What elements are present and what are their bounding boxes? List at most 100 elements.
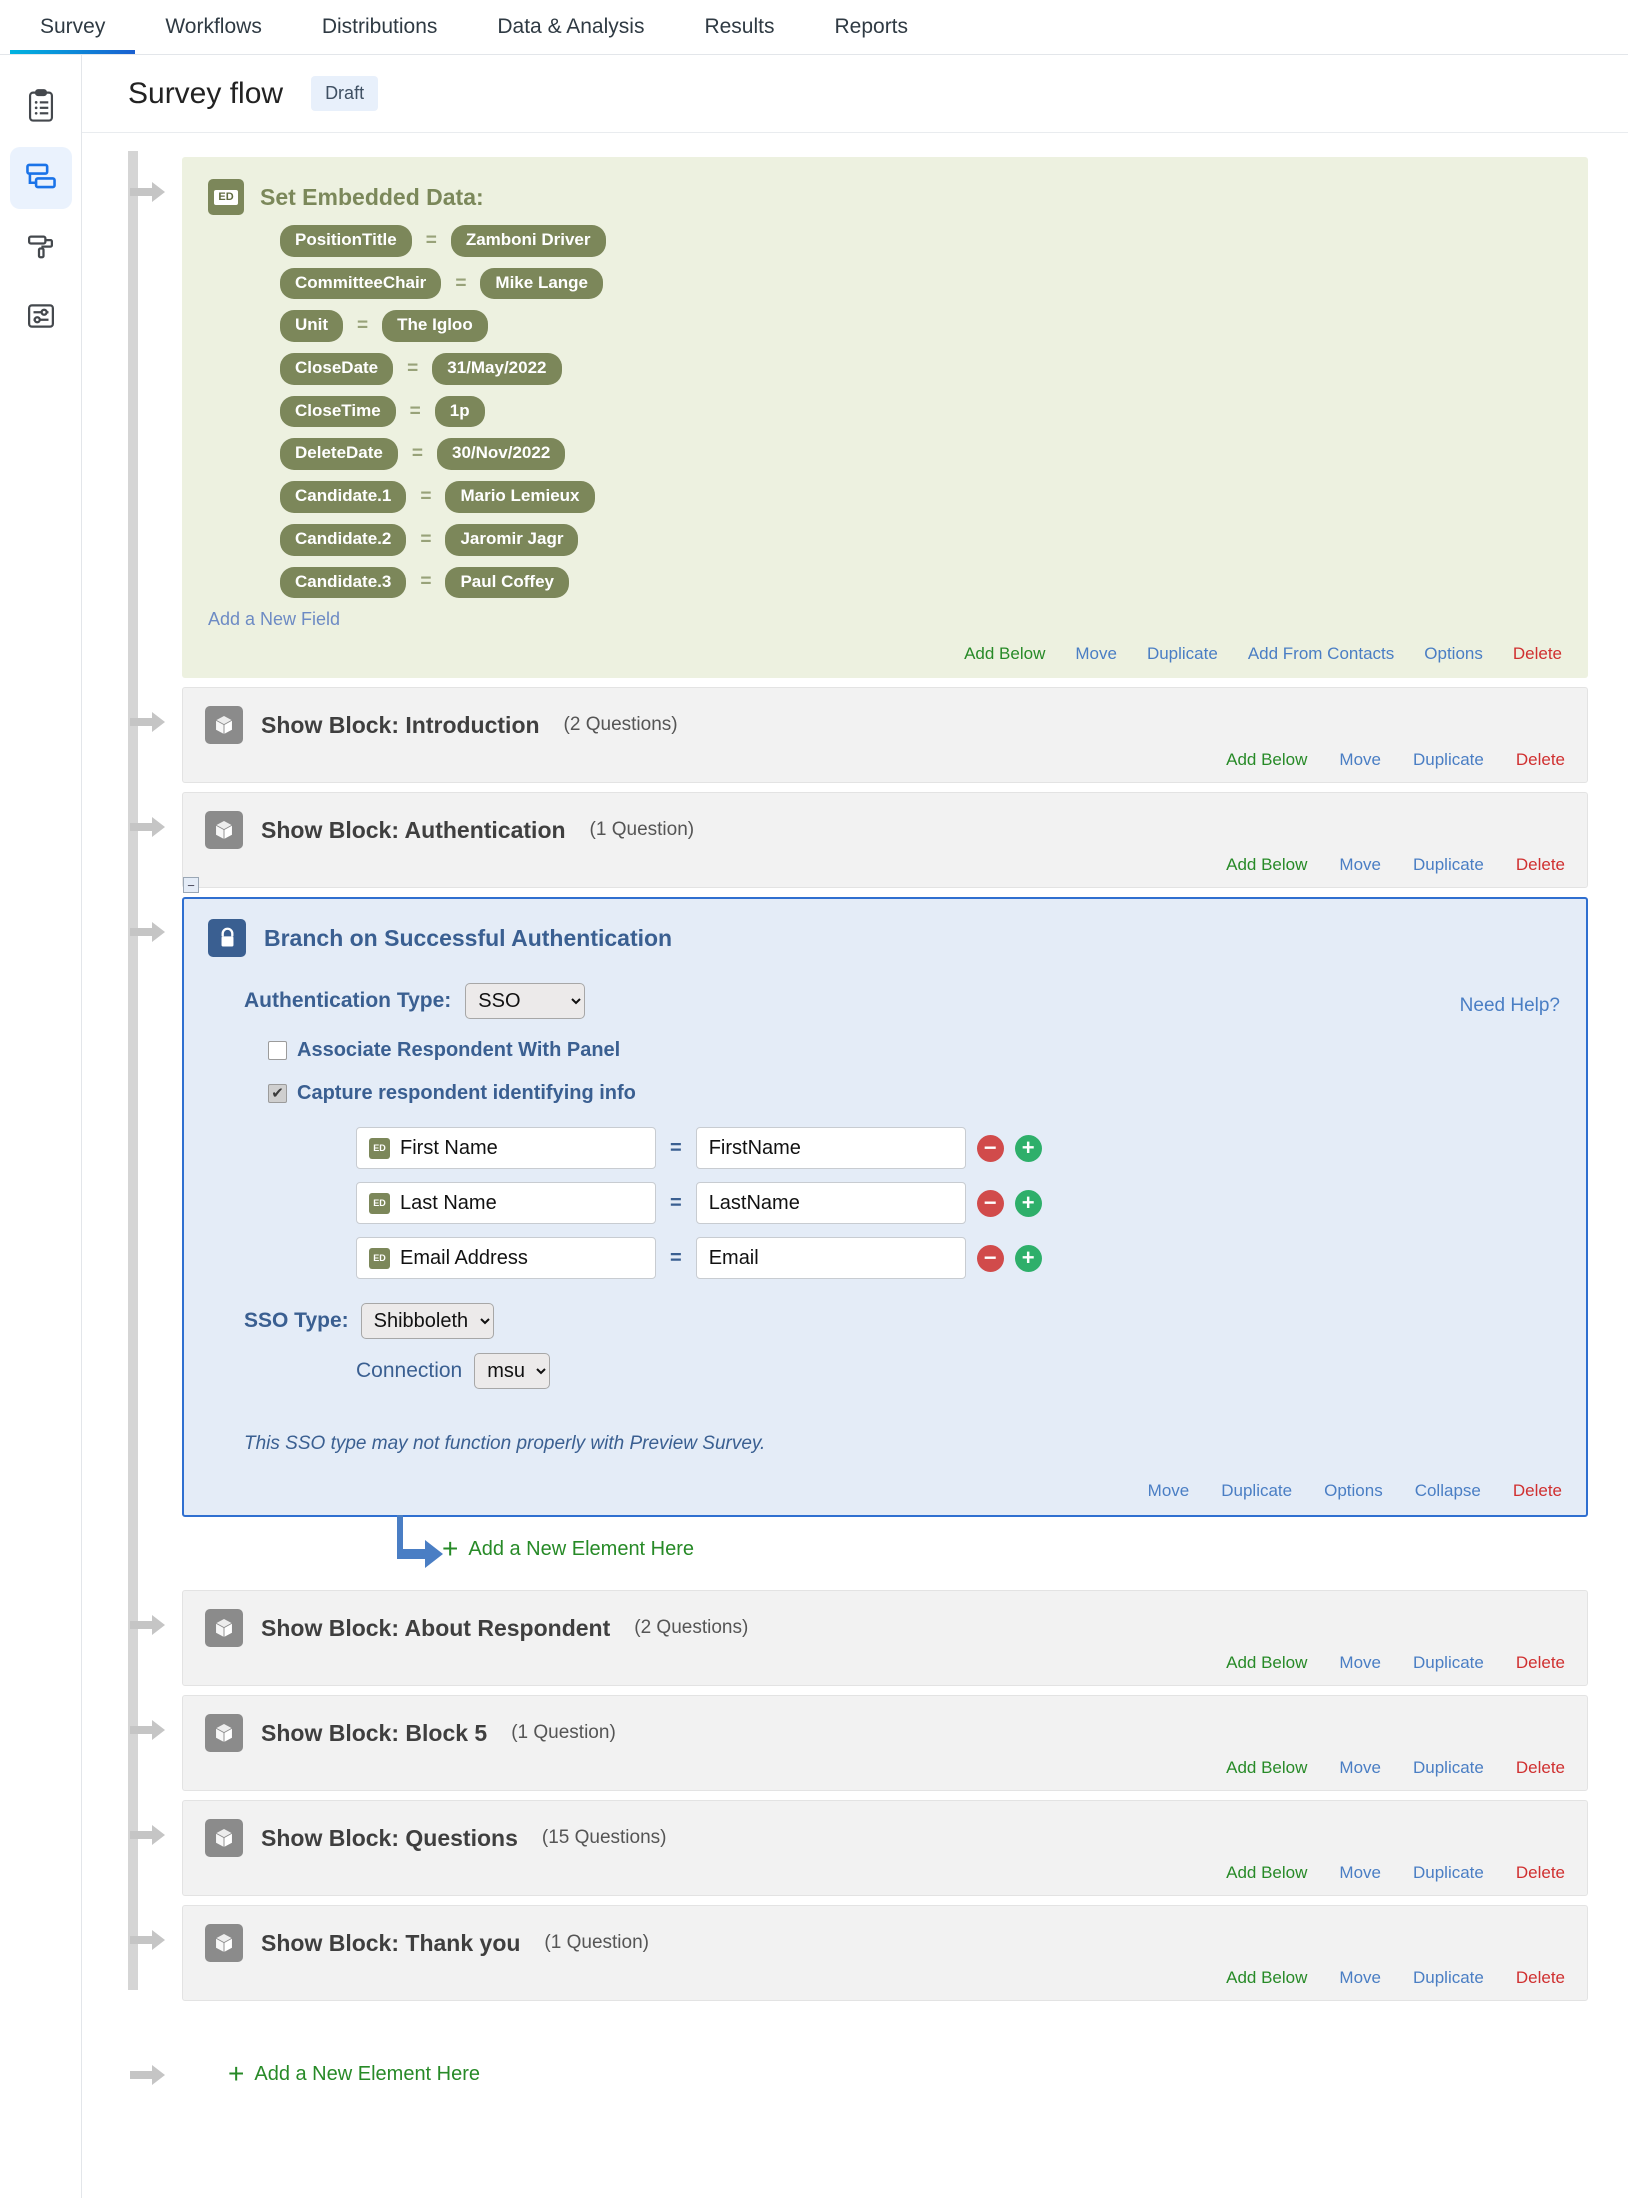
add-new-element-link[interactable]: + Add a New Element Here xyxy=(442,1535,694,1563)
footer-add-new-element-link[interactable]: + Add a New Element Here xyxy=(228,2060,480,2088)
add-below-link[interactable]: Add Below xyxy=(1226,855,1307,875)
identifying-field-input[interactable]: ED Email Address xyxy=(356,1237,656,1280)
duplicate-link[interactable]: Duplicate xyxy=(1147,644,1218,664)
add-below-link[interactable]: Add Below xyxy=(1226,1758,1307,1778)
remove-mapping-button[interactable]: − xyxy=(976,1189,1004,1217)
add-below-link[interactable]: Add Below xyxy=(1226,750,1307,770)
show-block-card[interactable]: Show Block: Introduction (2 Questions) Add… xyxy=(182,687,1588,784)
duplicate-link[interactable]: Duplicate xyxy=(1413,1758,1484,1778)
move-link[interactable]: Move xyxy=(1148,1481,1190,1501)
remove-mapping-button[interactable]: − xyxy=(976,1134,1004,1162)
rail-item-survey[interactable] xyxy=(10,77,72,139)
embedded-field-name[interactable]: CloseTime xyxy=(280,395,396,428)
show-block-card[interactable]: Show Block: About Respondent (2 Questions… xyxy=(182,1590,1588,1687)
tab-workflows[interactable]: Workflows xyxy=(135,0,291,55)
mapped-attribute-input[interactable]: FirstName xyxy=(695,1127,966,1170)
embedded-field-name[interactable]: Candidate.1 xyxy=(280,481,407,513)
move-link[interactable]: Move xyxy=(1339,1653,1381,1673)
tab-reports[interactable]: Reports xyxy=(804,0,938,55)
embedded-field-value[interactable]: Zamboni Driver xyxy=(450,225,606,257)
add-mapping-button[interactable]: + xyxy=(1014,1244,1042,1272)
move-link[interactable]: Move xyxy=(1339,1758,1381,1778)
show-block-header: Show Block: Introduction (2 Questions) xyxy=(205,706,1565,745)
embedded-field-value[interactable]: Mario Lemieux xyxy=(445,481,595,513)
options-link[interactable]: Options xyxy=(1424,644,1483,664)
embedded-field-value[interactable]: Paul Coffey xyxy=(445,566,569,599)
move-link[interactable]: Move xyxy=(1339,855,1381,875)
authentication-type-select[interactable]: SSOContactAuthenticator xyxy=(465,983,586,1020)
add-below-link[interactable]: Add Below xyxy=(964,644,1045,664)
show-block-question-count: (1 Question) xyxy=(589,819,695,841)
embedded-field-value[interactable]: The Igloo xyxy=(382,310,488,343)
embedded-field-value[interactable]: Mike Lange xyxy=(480,267,604,300)
embedded-field-value[interactable]: Jaromir Jagr xyxy=(445,523,579,556)
duplicate-link[interactable]: Duplicate xyxy=(1413,1863,1484,1883)
add-from-contacts-link[interactable]: Add From Contacts xyxy=(1248,644,1394,664)
delete-link[interactable]: Delete xyxy=(1513,644,1562,664)
tab-survey[interactable]: Survey xyxy=(10,0,136,55)
duplicate-link[interactable]: Duplicate xyxy=(1413,1653,1484,1673)
embedded-field-name[interactable]: Candidate.3 xyxy=(280,566,407,599)
identifying-field-input[interactable]: ED Last Name xyxy=(356,1182,656,1225)
move-link[interactable]: Move xyxy=(1339,1863,1381,1883)
connection-select[interactable]: msu xyxy=(474,1353,551,1390)
embedded-data-row: Candidate.3 = Paul Coffey xyxy=(280,566,1562,599)
rail-item-look-and-feel[interactable] xyxy=(10,217,72,279)
delete-link[interactable]: Delete xyxy=(1516,750,1565,770)
show-block-actions: Add Below Move Duplicate Delete xyxy=(205,1863,1565,1883)
remove-mapping-button[interactable]: − xyxy=(976,1244,1004,1272)
mapped-attribute-input[interactable]: Email xyxy=(695,1237,966,1280)
add-new-field-link[interactable]: Add a New Field xyxy=(208,609,1562,630)
show-block-card[interactable]: Show Block: Authentication (1 Question) Ad… xyxy=(182,792,1588,889)
embedded-data-icon: ED xyxy=(369,1192,390,1214)
mapped-attribute-value: Email xyxy=(708,1246,759,1269)
options-link[interactable]: Options xyxy=(1324,1481,1383,1501)
tab-distributions[interactable]: Distributions xyxy=(292,0,468,55)
move-link[interactable]: Move xyxy=(1339,750,1381,770)
add-below-link[interactable]: Add Below xyxy=(1226,1653,1307,1673)
show-block-card[interactable]: Show Block: Thank you (1 Question) Add Bel… xyxy=(182,1905,1588,2002)
move-link[interactable]: Move xyxy=(1075,644,1117,664)
embedded-field-name[interactable]: CommitteeChair xyxy=(280,267,442,300)
embedded-field-name[interactable]: PositionTitle xyxy=(280,225,412,257)
identifying-info-row: ED Email Address = Email − + xyxy=(356,1237,1562,1280)
collapse-toggle[interactable]: − xyxy=(183,877,199,894)
add-below-link[interactable]: Add Below xyxy=(1226,1968,1307,1988)
embedded-field-name[interactable]: Candidate.2 xyxy=(280,523,407,556)
need-help-link[interactable]: Need Help? xyxy=(1460,995,1560,1017)
delete-link[interactable]: Delete xyxy=(1516,1968,1565,1988)
mapped-attribute-input[interactable]: LastName xyxy=(695,1182,966,1225)
duplicate-link[interactable]: Duplicate xyxy=(1413,1968,1484,1988)
add-below-link[interactable]: Add Below xyxy=(1226,1863,1307,1883)
add-mapping-button[interactable]: + xyxy=(1014,1189,1042,1217)
duplicate-link[interactable]: Duplicate xyxy=(1413,750,1484,770)
show-block-question-count: (2 Questions) xyxy=(634,1617,749,1639)
associate-panel-checkbox[interactable] xyxy=(268,1041,287,1061)
move-link[interactable]: Move xyxy=(1339,1968,1381,1988)
collapse-link[interactable]: Collapse xyxy=(1415,1481,1481,1501)
embedded-field-name[interactable]: CloseDate xyxy=(280,353,394,385)
delete-link[interactable]: Delete xyxy=(1516,1758,1565,1778)
blocks-after-branch: Show Block: About Respondent (2 Questions… xyxy=(82,1590,1628,2002)
embedded-field-name[interactable]: DeleteDate xyxy=(280,438,398,471)
tab-results[interactable]: Results xyxy=(674,0,804,55)
rail-item-survey-options[interactable] xyxy=(10,287,72,349)
delete-link[interactable]: Delete xyxy=(1516,1863,1565,1883)
capture-info-checkbox[interactable] xyxy=(268,1084,287,1104)
delete-link[interactable]: Delete xyxy=(1513,1481,1562,1501)
delete-link[interactable]: Delete xyxy=(1516,855,1565,875)
embedded-field-value[interactable]: 1p xyxy=(434,395,485,428)
embedded-field-name[interactable]: Unit xyxy=(280,310,344,343)
duplicate-link[interactable]: Duplicate xyxy=(1413,855,1484,875)
embedded-field-value[interactable]: 31/May/2022 xyxy=(432,353,562,385)
duplicate-link[interactable]: Duplicate xyxy=(1221,1481,1292,1501)
show-block-card[interactable]: Show Block: Questions (15 Questions) Add B… xyxy=(182,1800,1588,1897)
delete-link[interactable]: Delete xyxy=(1516,1653,1565,1673)
sso-type-select[interactable]: ShibbolethCASSAML xyxy=(360,1303,494,1340)
identifying-field-input[interactable]: ED First Name xyxy=(356,1127,656,1170)
embedded-field-value[interactable]: 30/Nov/2022 xyxy=(436,438,566,471)
tab-data-analysis[interactable]: Data & Analysis xyxy=(467,0,674,55)
show-block-card[interactable]: Show Block: Block 5 (1 Question) Add Below… xyxy=(182,1695,1588,1792)
rail-item-survey-flow[interactable] xyxy=(9,147,72,209)
add-mapping-button[interactable]: + xyxy=(1014,1134,1042,1162)
